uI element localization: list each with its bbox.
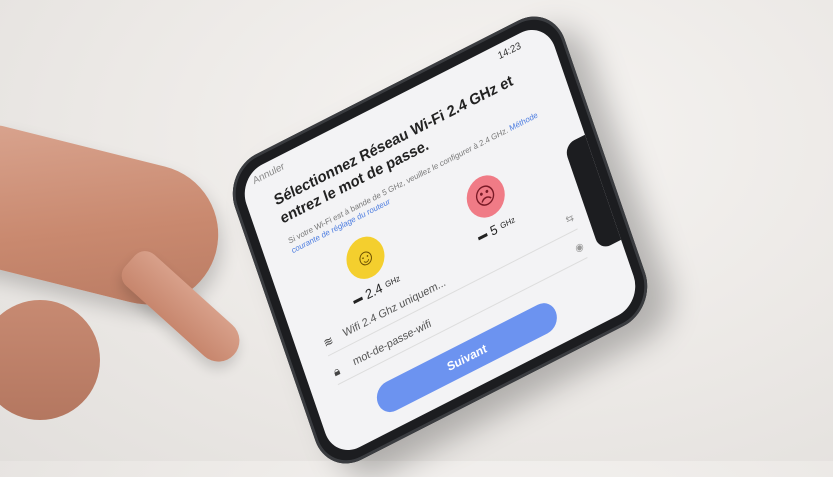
lock-icon: 🔒︎ (331, 362, 342, 379)
band-5ghz: ☹ ▬ 5 GHz (460, 168, 517, 245)
smartphone: Annuler 14:23 Sélectionnez Réseau Wi-Fi … (222, 3, 658, 477)
band-5-value: 5 (488, 221, 500, 239)
router-icon: ▬ (476, 228, 489, 244)
show-password-icon[interactable]: ◉ (574, 240, 585, 254)
switch-network-icon[interactable]: ⇆ (564, 212, 575, 226)
wifi-icon: ≋ (321, 332, 336, 351)
phone-screen: Annuler 14:23 Sélectionnez Réseau Wi-Fi … (237, 20, 643, 460)
band-24-value: 2.4 (363, 279, 385, 303)
photo-scene: Annuler 14:23 Sélectionnez Réseau Wi-Fi … (0, 0, 833, 477)
curled-fingers (0, 300, 100, 420)
router-icon: ▬ (351, 291, 365, 307)
hand (0, 120, 234, 320)
status-time: 14:23 (496, 40, 523, 63)
band-24-unit: GHz (383, 273, 402, 290)
band-5-unit: GHz (499, 214, 517, 231)
